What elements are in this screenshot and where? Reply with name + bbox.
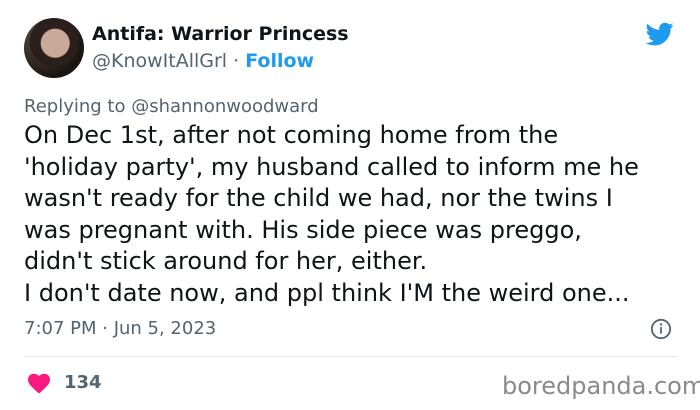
tweet-timestamp[interactable]: 7:07 PM · Jun 5, 2023	[24, 318, 216, 339]
avatar[interactable]	[24, 18, 84, 78]
heart-icon[interactable]	[27, 372, 51, 394]
author-handle-row: @KnowItAllGrl · Follow	[92, 50, 314, 72]
watermark: boredpanda.com	[502, 372, 700, 400]
follow-button[interactable]: Follow	[245, 50, 314, 72]
tweet-text: On Dec 1st, after not coming home from t…	[24, 121, 639, 307]
replying-to[interactable]: Replying to @shannonwoodward	[24, 96, 319, 117]
author-handle[interactable]: @KnowItAllGrl	[92, 50, 227, 72]
handle-separator: ·	[227, 50, 246, 72]
info-icon[interactable]	[650, 318, 672, 340]
like-count[interactable]: 134	[64, 372, 102, 393]
twitter-bird-icon[interactable]	[644, 20, 676, 48]
divider	[24, 356, 678, 357]
author-display-name[interactable]: Antifa: Warrior Princess	[92, 23, 349, 45]
